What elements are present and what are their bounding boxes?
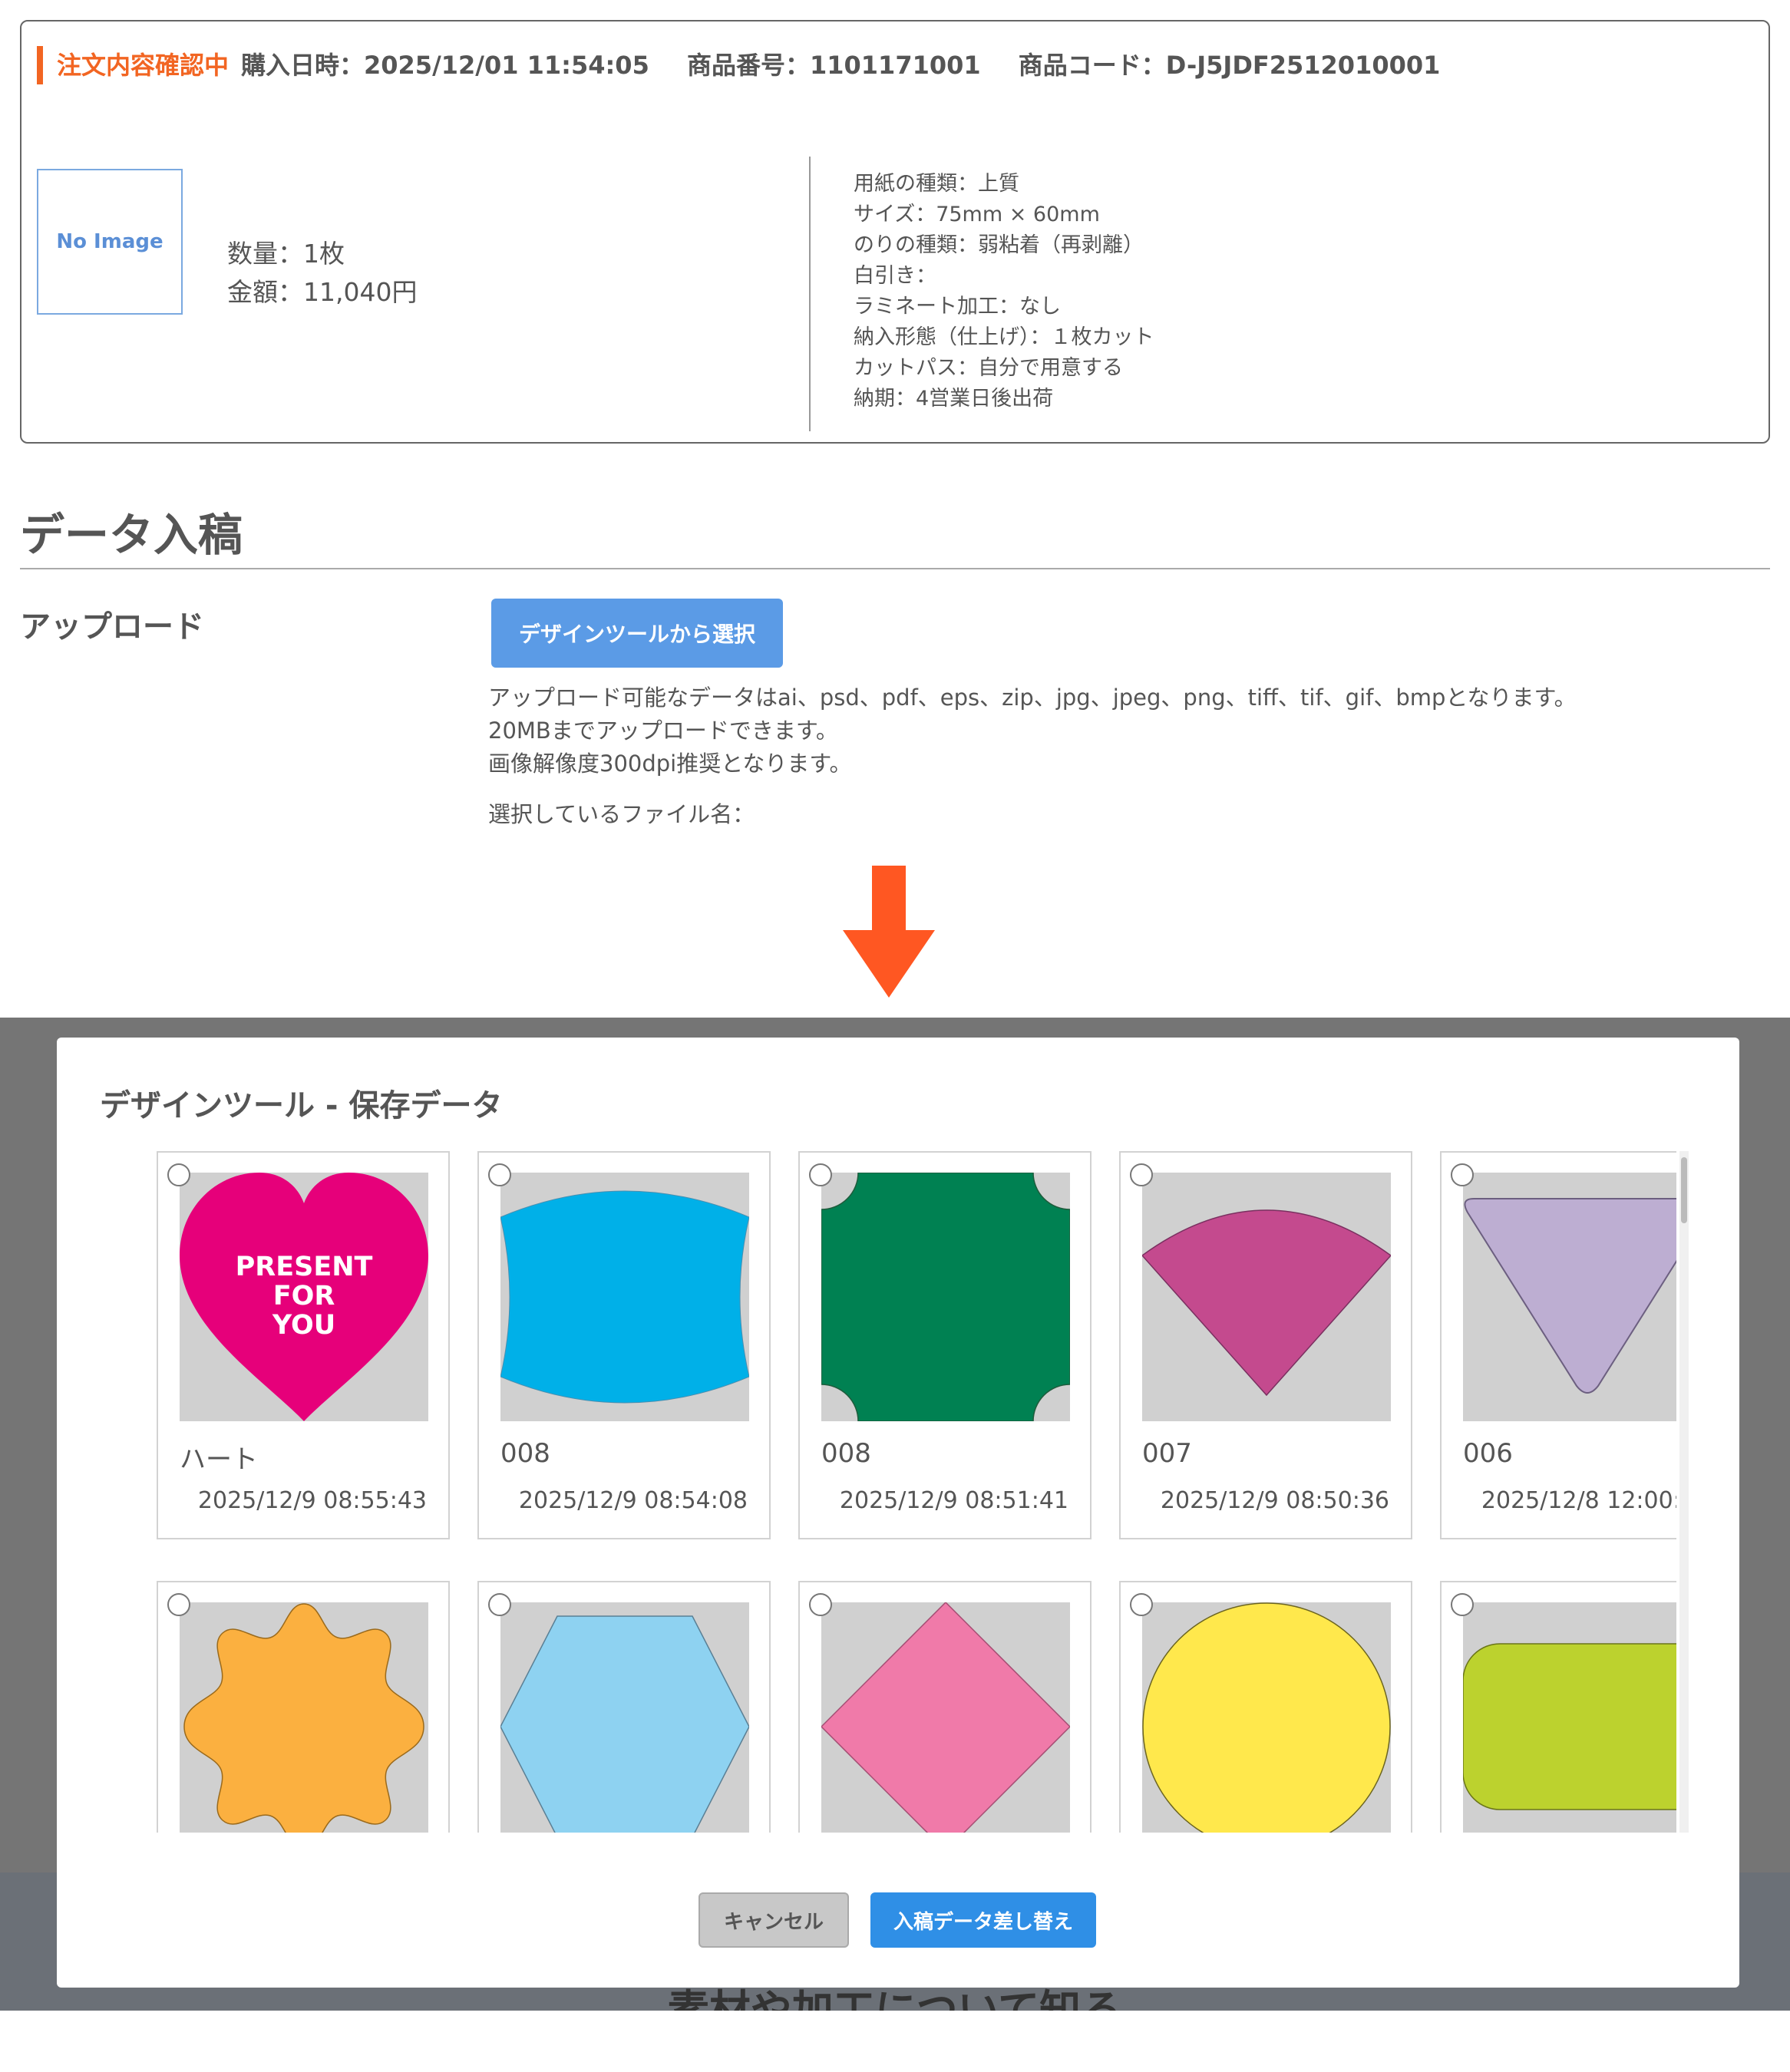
design-card[interactable]: [1119, 1581, 1412, 1833]
design-preview: [1142, 1173, 1391, 1421]
spec-laminate: ラミネート加工：なし: [854, 295, 1061, 318]
design-card[interactable]: PRESENT FOR YOU ハート 2025/12/9 08:55:43: [157, 1151, 450, 1539]
design-select-radio[interactable]: [809, 1163, 832, 1186]
upload-label: アップロード: [20, 609, 204, 645]
upload-note-size: 20MBまでアップロードできます。: [488, 718, 838, 744]
product-thumbnail: No Image: [37, 169, 183, 315]
hexagon-icon: [500, 1615, 749, 1833]
design-preview: [1463, 1602, 1676, 1833]
select-from-design-tool-button[interactable]: デザインツールから選択: [491, 599, 783, 668]
design-select-radio[interactable]: [1130, 1163, 1153, 1186]
lens-icon: [500, 1190, 749, 1404]
spec-delivery-form: 納入形態（仕上げ）：１枚カット: [854, 325, 1154, 349]
design-name: ハート: [180, 1444, 258, 1475]
design-preview: [180, 1602, 428, 1833]
upload-note-resolution: 画像解像度300dpi推奨となります。: [488, 751, 852, 777]
spec-glue: のりの種類：弱粘着（再剥離）: [854, 233, 1144, 257]
design-select-radio[interactable]: [1451, 1163, 1474, 1186]
design-name: 007: [1142, 1438, 1192, 1469]
design-date: 2025/12/9 08:50:36: [1160, 1487, 1389, 1514]
upload-notes: アップロード可能なデータはai、psd、pdf、eps、zip、jpg、jpeg…: [488, 681, 1577, 780]
design-date: 2025/12/9 08:54:08: [518, 1487, 748, 1514]
design-name: 008: [500, 1438, 550, 1469]
grid-scrollbar-thumb[interactable]: [1681, 1157, 1687, 1223]
design-preview: [821, 1602, 1070, 1833]
design-card[interactable]: [798, 1581, 1092, 1833]
amount: 金額：11,040円: [227, 277, 418, 307]
scalloped-square-icon: [821, 1173, 1070, 1421]
replace-upload-data-button[interactable]: 入稿データ差し替え: [870, 1892, 1096, 1948]
design-card[interactable]: 007 2025/12/9 08:50:36: [1119, 1151, 1412, 1539]
quantity: 数量：1枚: [227, 239, 345, 269]
section-title-data-upload: データ入稿: [20, 509, 243, 561]
saved-designs-grid[interactable]: PRESENT FOR YOU ハート 2025/12/9 08:55:43 0…: [95, 1151, 1676, 1833]
design-preview: [500, 1602, 749, 1833]
design-card[interactable]: 006 2025/12/8 12:00:21: [1440, 1151, 1676, 1539]
spec-lead-time: 納期：4営業日後出荷: [854, 387, 1054, 411]
design-select-radio[interactable]: [167, 1163, 190, 1186]
design-name: 006: [1463, 1438, 1513, 1469]
cancel-button[interactable]: キャンセル: [698, 1892, 849, 1948]
design-preview: [1142, 1602, 1391, 1833]
design-card[interactable]: [477, 1581, 771, 1833]
design-date: 2025/12/9 08:55:43: [197, 1487, 427, 1514]
heart-icon: PRESENT FOR YOU: [180, 1173, 428, 1421]
flower-icon: [183, 1603, 424, 1833]
design-select-radio[interactable]: [809, 1593, 832, 1616]
design-card[interactable]: 008 2025/12/9 08:51:41: [798, 1151, 1092, 1539]
product-code: 商品コード：D-J5JDF2512010001: [1018, 51, 1441, 80]
purchase-datetime: 購入日時：2025/12/01 11:54:05: [241, 51, 649, 80]
circle-icon: [1142, 1602, 1391, 1833]
diamond-icon: [821, 1602, 1070, 1833]
spec-size: サイズ：75mm × 60mm: [854, 203, 1100, 226]
quantity-amount: 数量：1枚 金額：11,040円: [227, 235, 417, 312]
design-preview: [500, 1173, 749, 1421]
design-select-radio[interactable]: [488, 1163, 511, 1186]
spec-white: 白引き：: [854, 264, 936, 288]
design-date: 2025/12/9 08:51:41: [839, 1487, 1068, 1514]
design-card[interactable]: [157, 1581, 450, 1833]
design-card[interactable]: 008 2025/12/9 08:54:08: [477, 1151, 771, 1539]
product-number: 商品番号：1101171001: [686, 51, 981, 80]
design-select-radio[interactable]: [488, 1593, 511, 1616]
vertical-divider: [809, 157, 811, 431]
design-card[interactable]: [1440, 1581, 1676, 1833]
no-image-text: No Image: [56, 230, 163, 253]
grid-scrollbar[interactable]: [1679, 1151, 1689, 1833]
design-select-radio[interactable]: [1130, 1593, 1153, 1616]
design-preview: [1463, 1173, 1676, 1421]
design-select-radio[interactable]: [1451, 1593, 1474, 1616]
heart-text-line-1: PRESENT: [236, 1252, 373, 1282]
heart-text-line-2: FOR: [273, 1281, 335, 1311]
upload-note-formats: アップロード可能なデータはai、psd、pdf、eps、zip、jpg、jpeg…: [488, 685, 1577, 711]
product-specs: 用紙の種類：上質 サイズ：75mm × 60mm のりの種類：弱粘着（再剥離） …: [854, 169, 1154, 414]
order-summary-card: 注文内容確認中 購入日時：2025/12/01 11:54:05 商品番号：11…: [20, 20, 1770, 444]
design-date: 2025/12/8 12:00:21: [1481, 1487, 1676, 1514]
arrow-down-icon: [843, 866, 935, 998]
modal-title: デザインツール - 保存データ: [100, 1088, 503, 1123]
section-divider: [20, 568, 1770, 569]
fan-icon: [1142, 1209, 1391, 1397]
triangle-icon: [1464, 1198, 1676, 1394]
rounded-rect-icon: [1463, 1643, 1676, 1810]
order-meta: 購入日時：2025/12/01 11:54:05 商品番号：1101171001…: [241, 46, 1469, 84]
spec-paper: 用紙の種類：上質: [854, 172, 1019, 196]
order-status-label: 注文内容確認中: [37, 46, 249, 84]
design-preview: [821, 1173, 1070, 1421]
design-name: 008: [821, 1438, 871, 1469]
spec-cut-path: カットパス：自分で用意する: [854, 356, 1123, 380]
selected-file-label: 選択しているファイル名：: [488, 801, 755, 827]
heart-text-line-3: YOU: [272, 1310, 335, 1341]
design-preview: PRESENT FOR YOU: [180, 1173, 428, 1421]
design-select-radio[interactable]: [167, 1593, 190, 1616]
design-tool-saved-data-modal: デザインツール - 保存データ PRESENT FOR YOU ハート 2025…: [57, 1038, 1739, 1988]
